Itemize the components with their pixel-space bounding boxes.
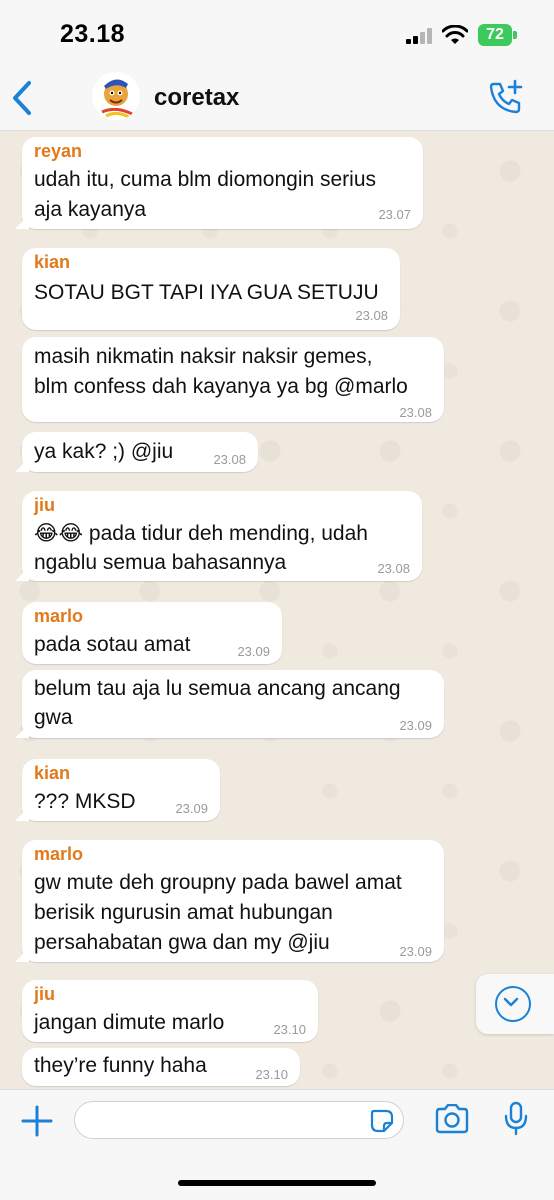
sender-name: jiu — [34, 495, 55, 515]
sender-name: jiu — [34, 984, 55, 1004]
sender-name: marlo — [34, 606, 84, 626]
message-bubble[interactable]: belum tau aja lu semua ancang ancang gwa… — [15, 670, 444, 738]
message-text: persahabatan gwa dan my @jiu — [34, 931, 330, 954]
plus-icon[interactable] — [20, 1104, 54, 1138]
message-text: pada sotau amat — [34, 633, 191, 656]
message-bubble[interactable]: jiu jangan dimute marlo 23.10 — [22, 980, 318, 1042]
message-bubble[interactable]: jiu 😂😂 pada tidur deh mending, udah ngab… — [15, 491, 422, 581]
message-time: 23.09 — [399, 944, 432, 959]
message-text: ya kak? ;) @jiu — [34, 440, 174, 463]
message-time: 23.09 — [237, 644, 270, 659]
message-bubble[interactable]: they’re funny haha 23.10 — [22, 1048, 300, 1086]
chat-area[interactable]: reyan udah itu, cuma blm diomongin seriu… — [0, 131, 554, 1089]
scroll-down-icon — [495, 986, 531, 1022]
message-text: jangan dimute marlo — [34, 1011, 225, 1034]
message-text: masih nikmatin naksir naksir gemes, — [34, 345, 373, 368]
camera-icon[interactable] — [434, 1104, 470, 1134]
message-text: belum tau aja lu semua ancang ancang — [34, 677, 401, 700]
message-text: 😂😂 pada tidur deh mending, udah — [34, 522, 368, 545]
group-avatar[interactable] — [92, 72, 140, 120]
message-text: berisik ngurusin amat hubungan — [34, 901, 333, 924]
message-time: 23.08 — [355, 308, 388, 323]
bubble-tail — [15, 215, 29, 229]
message-text: aja kayanya — [34, 198, 147, 221]
status-time: 23.18 — [60, 20, 126, 48]
message-text: gwa — [34, 706, 73, 729]
message-text: SOTAU BGT TAPI IYA GUA SETUJU — [34, 281, 379, 304]
message-input[interactable] — [74, 1101, 404, 1139]
message-time: 23.09 — [175, 801, 208, 816]
message-bubble[interactable]: masih nikmatin naksir naksir gemes, blm … — [22, 337, 444, 422]
message-time: 23.08 — [213, 452, 246, 467]
message-time: 23.10 — [273, 1022, 306, 1037]
message-text: blm confess dah kayanya ya bg @marlo — [34, 375, 408, 398]
battery-tip — [513, 31, 517, 39]
sender-name: marlo — [34, 844, 84, 864]
avatar-illustration — [92, 72, 140, 120]
message-time: 23.08 — [377, 561, 410, 576]
microphone-icon[interactable] — [504, 1101, 528, 1137]
message-bubble[interactable]: kian SOTAU BGT TAPI IYA GUA SETUJU 23.08 — [22, 248, 400, 330]
message-time: 23.10 — [255, 1067, 288, 1082]
signal-icon — [406, 28, 432, 44]
chat-title[interactable]: coretax — [154, 84, 239, 112]
message-bubble[interactable]: ya kak? ;) @jiu 23.08 — [15, 432, 258, 472]
message-composer — [0, 1089, 554, 1200]
scroll-to-bottom-button[interactable] — [476, 974, 554, 1034]
bubble-tail — [15, 948, 29, 962]
message-text: ngablu semua bahasannya — [34, 551, 287, 574]
battery-icon: 72 — [478, 24, 512, 46]
message-text: they’re funny haha — [34, 1054, 207, 1077]
bubble-tail — [15, 724, 29, 738]
message-time: 23.08 — [399, 405, 432, 420]
message-bubble[interactable]: reyan udah itu, cuma blm diomongin seriu… — [15, 137, 423, 229]
message-time: 23.09 — [399, 718, 432, 733]
bubble-tail — [15, 807, 29, 821]
home-indicator — [178, 1180, 376, 1186]
sender-name: kian — [34, 252, 71, 272]
message-bubble[interactable]: marlo gw mute deh groupny pada bawel ama… — [15, 840, 444, 962]
sender-name: kian — [34, 763, 71, 783]
status-bar: 23.18 72 — [0, 0, 554, 66]
message-bubble[interactable]: marlo pada sotau amat 23.09 — [22, 602, 282, 664]
message-text: udah itu, cuma blm diomongin serius — [34, 168, 377, 191]
sticker-icon[interactable] — [370, 1109, 394, 1133]
bubble-tail — [15, 567, 29, 581]
add-call-icon[interactable] — [486, 78, 526, 118]
back-chevron-icon[interactable] — [10, 80, 34, 116]
bubble-tail — [15, 458, 29, 472]
message-text: gw mute deh groupny pada bawel amat — [34, 871, 402, 894]
message-time: 23.07 — [378, 207, 411, 222]
sender-name: reyan — [34, 141, 83, 161]
message-bubble[interactable]: kian ??? MKSD 23.09 — [15, 759, 220, 821]
message-text: ??? MKSD — [34, 790, 136, 813]
wifi-icon — [442, 25, 468, 44]
chat-header: coretax — [0, 66, 554, 131]
